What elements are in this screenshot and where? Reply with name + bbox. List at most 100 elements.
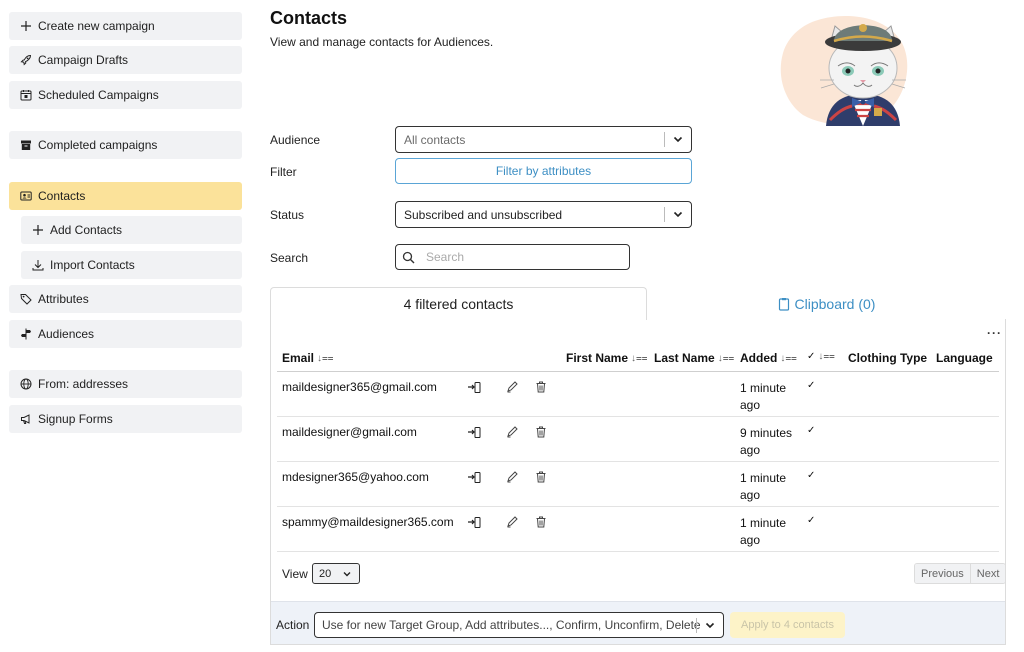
copy-to-clipboard-icon[interactable]: [467, 515, 481, 529]
bulk-action-value: Use for new Target Group, Add attributes…: [322, 618, 701, 632]
sidebar-item-completed-campaigns[interactable]: Completed campaigns: [9, 131, 242, 159]
status-select[interactable]: Subscribed and unsubscribed: [395, 201, 692, 228]
page-title: Contacts: [270, 8, 348, 28]
signpost-icon: [20, 328, 32, 340]
sort-icon: ↓⩵: [317, 352, 334, 364]
sidebar-item-label: Add Contacts: [50, 223, 123, 237]
tab-filtered-contacts[interactable]: 4 filtered contacts: [270, 287, 647, 320]
sidebar-item-label: Scheduled Campaigns: [38, 88, 159, 102]
mascot-cat-illustration: [780, 16, 908, 126]
column-header-label: Last Name: [654, 351, 715, 365]
filter-label: Filter: [270, 165, 297, 179]
edit-pencil-icon[interactable]: [505, 470, 519, 484]
copy-to-clipboard-icon[interactable]: [467, 470, 481, 484]
page-subtitle: View and manage contacts for Audiences.: [270, 35, 494, 49]
copy-to-clipboard-icon[interactable]: [467, 380, 481, 394]
sidebar-item-from-addresses[interactable]: From: addresses: [9, 370, 242, 398]
clipboard-icon: [778, 297, 789, 311]
column-header-label: Clothing Type: [848, 351, 928, 365]
confirmed-check-icon: ✓: [807, 380, 816, 391]
column-header-added[interactable]: Added ↓⩵: [740, 351, 797, 365]
copy-to-clipboard-icon[interactable]: [467, 425, 481, 439]
sidebar-item-import-contacts[interactable]: Import Contacts: [21, 251, 242, 279]
sidebar-item-attributes[interactable]: Attributes: [9, 285, 242, 313]
next-page-button[interactable]: Next: [969, 564, 1006, 583]
sidebar-item-scheduled-campaigns[interactable]: Scheduled Campaigns: [9, 81, 242, 109]
sidebar-item-label: Attributes: [38, 292, 89, 306]
plus-icon: [20, 20, 32, 32]
pagination: Previous Next: [914, 563, 1007, 584]
tab-clipboard[interactable]: Clipboard (0): [647, 287, 1006, 320]
column-header-label: First Name: [566, 351, 629, 365]
select-separator: [664, 207, 665, 222]
previous-page-button[interactable]: Previous: [915, 564, 970, 583]
page-size-value: 20: [319, 567, 332, 580]
column-header-label: Added: [740, 351, 778, 365]
row-added-time: 1 minute ago: [740, 381, 787, 412]
table-row[interactable]: maildesigner@gmail.com 9 minutes ago ✓: [277, 417, 999, 462]
sidebar-item-label: Contacts: [38, 189, 86, 203]
sidebar-item-label: From: addresses: [38, 377, 129, 391]
sidebar-item-campaign-drafts[interactable]: Campaign Drafts: [9, 46, 242, 74]
table-row[interactable]: spammy@maildesigner365.com 1 minute ago …: [277, 507, 999, 552]
sidebar-item-create-campaign[interactable]: Create new campaign: [9, 12, 242, 40]
column-header-clothing-type[interactable]: Clothing Type: [848, 351, 927, 365]
apply-action-button[interactable]: Apply to 4 contacts: [730, 612, 845, 638]
edit-pencil-icon[interactable]: [505, 515, 519, 529]
rocket-icon: [20, 54, 32, 66]
globe-icon: [20, 378, 32, 390]
sidebar-item-label: Audiences: [38, 327, 95, 341]
confirmed-check-icon: ✓: [807, 515, 816, 526]
column-header-email[interactable]: Email ↓⩵: [282, 351, 334, 365]
confirmed-check-icon: ✓: [807, 470, 816, 481]
edit-pencil-icon[interactable]: [505, 380, 519, 394]
sidebar-item-label: Campaign Drafts: [38, 53, 129, 67]
more-options-button[interactable]: ···: [987, 326, 1002, 340]
search-input[interactable]: [426, 248, 621, 266]
column-header-first-name[interactable]: First Name ↓⩵: [566, 351, 648, 365]
status-select-value: Subscribed and unsubscribed: [404, 207, 563, 222]
tab-clipboard-label: Clipboard (0): [794, 295, 876, 312]
delete-trash-icon[interactable]: [534, 425, 548, 439]
select-separator: [664, 132, 665, 147]
sort-icon: ↓⩵: [818, 351, 835, 362]
row-added-time: 9 minutes ago: [740, 426, 793, 457]
search-box: [395, 244, 630, 270]
audience-select[interactable]: All contacts: [395, 126, 692, 153]
sidebar-item-audiences[interactable]: Audiences: [9, 320, 242, 348]
action-label: Action: [276, 618, 310, 632]
chevron-down-icon: [673, 136, 683, 143]
table-row[interactable]: mdesigner365@yahoo.com 1 minute ago ✓: [277, 462, 999, 507]
column-header-last-name[interactable]: Last Name ↓⩵: [654, 351, 734, 365]
column-header-label: ✓: [807, 351, 816, 362]
bulk-action-select[interactable]: Use for new Target Group, Add attributes…: [314, 612, 724, 638]
audience-label: Audience: [270, 133, 321, 147]
column-header-confirmed[interactable]: ✓ ↓⩵: [807, 351, 835, 362]
edit-pencil-icon[interactable]: [505, 425, 519, 439]
table-row[interactable]: maildesigner365@gmail.com 1 minute ago ✓: [277, 372, 999, 417]
sort-icon: ↓⩵: [631, 352, 648, 364]
row-email: mdesigner365@yahoo.com: [282, 470, 429, 484]
plus-icon: [32, 224, 44, 236]
row-email: maildesigner365@gmail.com: [282, 380, 437, 394]
filter-by-attributes-button[interactable]: Filter by attributes: [395, 158, 692, 184]
tag-icon: [20, 293, 32, 305]
contact-card-icon: [20, 190, 32, 202]
delete-trash-icon[interactable]: [534, 380, 548, 394]
column-header-label: Email: [282, 351, 315, 365]
row-added-time: 1 minute ago: [740, 471, 787, 502]
sidebar-item-contacts[interactable]: Contacts: [9, 182, 242, 210]
megaphone-icon: [20, 413, 32, 425]
column-header-language[interactable]: Language: [936, 351, 993, 365]
page-size-select[interactable]: 20: [312, 563, 360, 584]
row-added-time: 1 minute ago: [740, 516, 787, 547]
delete-trash-icon[interactable]: [534, 470, 548, 484]
delete-trash-icon[interactable]: [534, 515, 548, 529]
column-header-label: Language: [936, 351, 993, 365]
audience-select-value: All contacts: [404, 132, 466, 147]
sidebar-item-add-contacts[interactable]: Add Contacts: [21, 216, 242, 244]
sidebar-item-label: Completed campaigns: [38, 138, 158, 152]
sidebar-item-signup-forms[interactable]: Signup Forms: [9, 405, 242, 433]
archive-icon: [20, 139, 32, 151]
row-email: spammy@maildesigner365.com: [282, 515, 454, 529]
